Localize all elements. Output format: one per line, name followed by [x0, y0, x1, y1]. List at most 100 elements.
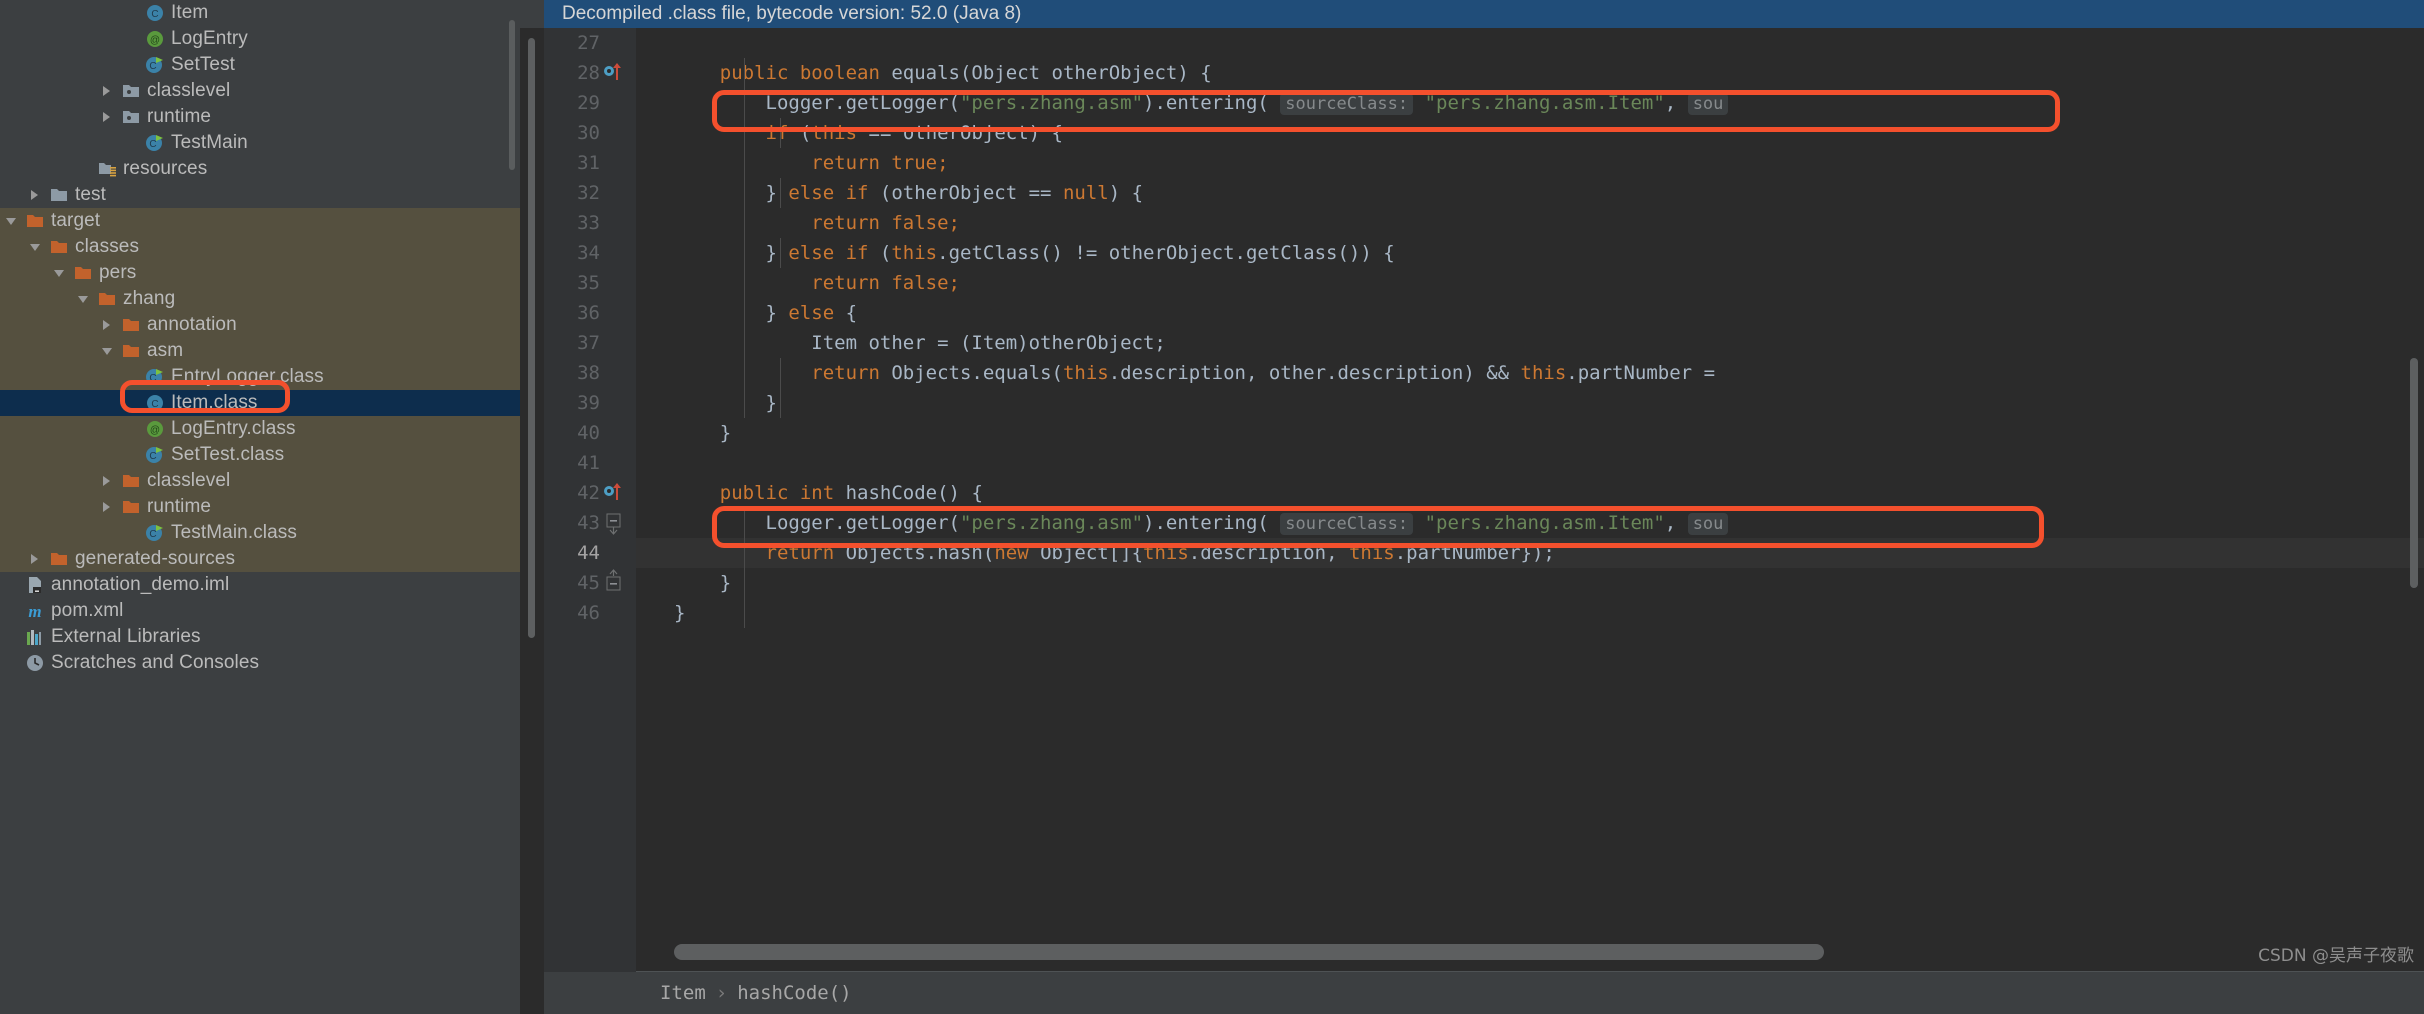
- code-line-40[interactable]: 40 }: [544, 418, 2424, 448]
- tree-item-runtime[interactable]: runtime: [0, 494, 520, 520]
- tree-item-target[interactable]: target: [0, 208, 520, 234]
- project-tree-scrollbar-thumb[interactable]: [509, 20, 515, 170]
- code-token: Objects.hash(: [845, 542, 995, 564]
- tree-item-asm[interactable]: asm: [0, 338, 520, 364]
- override-marker-icon[interactable]: [602, 478, 632, 508]
- tree-item-zhang[interactable]: zhang: [0, 286, 520, 312]
- line-number: 33: [577, 212, 600, 234]
- code-token: ).entering(: [1143, 92, 1281, 114]
- tree-item-label: Scratches and Consoles: [51, 652, 260, 673]
- chevron-down-icon[interactable]: [72, 291, 94, 307]
- tree-item-entrylogger-class[interactable]: C EntryLogger.class: [0, 364, 520, 390]
- source-folder-icon: [46, 186, 72, 204]
- chevron-down-icon[interactable]: [24, 239, 46, 255]
- chevron-right-icon[interactable]: [96, 83, 118, 99]
- code-text: }: [674, 602, 685, 624]
- tree-item-item-class[interactable]: C Item.class: [0, 390, 520, 416]
- chevron-right-icon[interactable]: [24, 551, 46, 567]
- tree-item-pers[interactable]: pers: [0, 260, 520, 286]
- breadcrumb-separator: ›: [715, 982, 728, 1004]
- code-line-41[interactable]: 41: [544, 448, 2424, 478]
- chevron-down-icon[interactable]: [96, 343, 118, 359]
- indent-guide: [780, 238, 781, 268]
- tree-item-label: annotation_demo.iml: [51, 574, 230, 595]
- tree-item-external-libraries[interactable]: External Libraries: [0, 624, 520, 650]
- code-line-44[interactable]: 44 return Objects.hash(new Object[]{this…: [544, 538, 2424, 568]
- tree-item-classlevel[interactable]: classlevel: [0, 468, 520, 494]
- tree-item-testmain[interactable]: C TestMain: [0, 130, 520, 156]
- code-line-32[interactable]: 32 } else if (otherObject == null) {: [544, 178, 2424, 208]
- tree-item-label: pers: [99, 262, 137, 283]
- code-line-43[interactable]: 43 Logger.getLogger("pers.zhang.asm").en…: [544, 508, 2424, 538]
- project-tree-panel[interactable]: C Item @ LogEntry C SetTest classlevel runtime C…: [0, 0, 520, 1014]
- breadcrumb-item[interactable]: Item: [660, 982, 706, 1004]
- code-text: Logger.getLogger("pers.zhang.asm").enter…: [674, 512, 1729, 535]
- breadcrumb[interactable]: Item › hashCode(): [636, 972, 2424, 1014]
- chevron-right-icon[interactable]: [24, 187, 46, 203]
- code-token: this: [1143, 542, 1189, 564]
- breadcrumb-item[interactable]: hashCode(): [737, 982, 851, 1004]
- code-line-29[interactable]: 29 Logger.getLogger("pers.zhang.asm").en…: [544, 88, 2424, 118]
- code-line-36[interactable]: 36 } else {: [544, 298, 2424, 328]
- code-token: == otherObject) {: [868, 122, 1063, 144]
- code-line-42[interactable]: 42 public int hashCode() {: [544, 478, 2424, 508]
- code-line-30[interactable]: 30 if (this == otherObject) {: [544, 118, 2424, 148]
- chevron-down-icon[interactable]: [48, 265, 70, 281]
- code-line-33[interactable]: 33 return false;: [544, 208, 2424, 238]
- tree-item-settest[interactable]: C SetTest: [0, 52, 520, 78]
- iml-file-icon: [22, 576, 48, 594]
- code-lines[interactable]: 27 28 public boolean equals(Object otherO…: [544, 28, 2424, 628]
- fold-toggle-icon[interactable]: [602, 508, 632, 538]
- tree-item-annotation[interactable]: annotation: [0, 312, 520, 338]
- line-number: 46: [577, 602, 600, 624]
- tree-item-pom-xml[interactable]: m pom.xml: [0, 598, 520, 624]
- code-token: this: [1520, 362, 1567, 384]
- code-token: if: [765, 122, 800, 144]
- tree-item-testmain-class[interactable]: C TestMain.class: [0, 520, 520, 546]
- tree-item-generated-sources[interactable]: generated-sources: [0, 546, 520, 572]
- tree-item-annotation-demo-iml[interactable]: annotation_demo.iml: [0, 572, 520, 598]
- editor-panel[interactable]: Decompiled .class file, bytecode version…: [520, 0, 2424, 1014]
- project-tree[interactable]: C Item @ LogEntry C SetTest classlevel runtime C…: [0, 0, 520, 676]
- code-line-31[interactable]: 31 return true;: [544, 148, 2424, 178]
- tree-item-item[interactable]: C Item: [0, 0, 520, 26]
- tree-item-logentry-class[interactable]: @ LogEntry.class: [0, 416, 520, 442]
- code-area[interactable]: 27 28 public boolean equals(Object otherO…: [544, 28, 2424, 1014]
- chevron-down-icon[interactable]: [0, 213, 22, 229]
- class-run-icon: C: [142, 56, 168, 74]
- editor-vertical-scrollbar-thumb[interactable]: [2410, 358, 2418, 588]
- code-line-37[interactable]: 37 Item other = (Item)otherObject;: [544, 328, 2424, 358]
- code-token: "pers.zhang.asm": [959, 512, 1144, 534]
- code-line-27[interactable]: 27: [544, 28, 2424, 58]
- code-line-46[interactable]: 46}: [544, 598, 2424, 628]
- code-line-45[interactable]: 45 }: [544, 568, 2424, 598]
- editor-left-scrollbar-thumb[interactable]: [528, 38, 535, 638]
- chevron-right-icon[interactable]: [96, 499, 118, 515]
- code-line-34[interactable]: 34 } else if (this.getClass() != otherOb…: [544, 238, 2424, 268]
- override-marker-icon[interactable]: [602, 58, 632, 88]
- tree-item-test[interactable]: test: [0, 182, 520, 208]
- project-tree-scrollbar[interactable]: [509, 0, 518, 1014]
- fold-toggle-icon[interactable]: [602, 568, 632, 598]
- code-line-28[interactable]: 28 public boolean equals(Object otherObj…: [544, 58, 2424, 88]
- tree-item-scratches-and-consoles[interactable]: Scratches and Consoles: [0, 650, 520, 676]
- tree-item-settest-class[interactable]: C SetTest.class: [0, 442, 520, 468]
- decompiled-notice-bar: Decompiled .class file, bytecode version…: [544, 0, 2424, 28]
- tree-item-logentry[interactable]: @ LogEntry: [0, 26, 520, 52]
- tree-item-resources[interactable]: resources: [0, 156, 520, 182]
- chevron-right-icon[interactable]: [96, 317, 118, 333]
- tree-item-classlevel[interactable]: classlevel: [0, 78, 520, 104]
- line-number: 30: [577, 122, 600, 144]
- code-line-39[interactable]: 39 }: [544, 388, 2424, 418]
- chevron-right-icon[interactable]: [96, 473, 118, 489]
- code-line-38[interactable]: 38 return Objects.equals(this.descriptio…: [544, 358, 2424, 388]
- code-line-35[interactable]: 35 return false;: [544, 268, 2424, 298]
- chevron-right-icon[interactable]: [96, 109, 118, 125]
- tree-item-classes[interactable]: classes: [0, 234, 520, 260]
- line-number: 27: [577, 32, 600, 54]
- code-token: hashCode() {: [845, 482, 983, 504]
- horizontal-scrollbar-thumb[interactable]: [674, 944, 1824, 960]
- tree-item-runtime[interactable]: runtime: [0, 104, 520, 130]
